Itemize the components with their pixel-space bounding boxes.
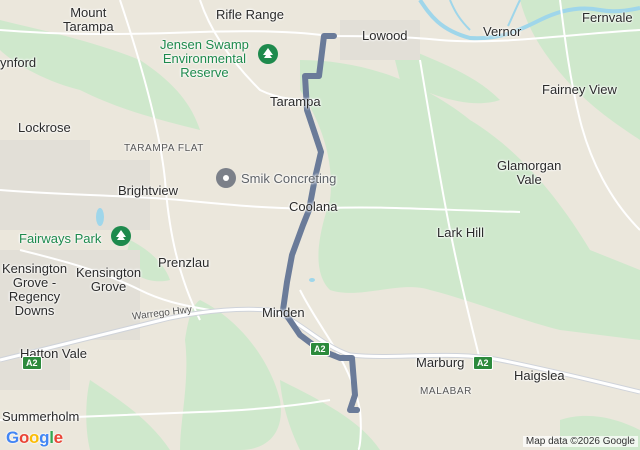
place-label-tarampa: Tarampa <box>270 94 321 109</box>
park-pin-icon[interactable] <box>258 44 278 64</box>
poi-label-smik-concreting: Smik Concreting <box>241 171 337 186</box>
place-label-rifle-range: Rifle Range <box>216 7 284 22</box>
place-label-brightview: Brightview <box>118 183 178 198</box>
place-label-lowood: Lowood <box>362 28 408 43</box>
park-pin-icon[interactable] <box>111 226 131 246</box>
place-label-mount-tarampa: Mount Tarampa <box>63 5 114 34</box>
place-label-coolana: Coolana <box>289 199 338 214</box>
highway-shield-a2-west: A2 <box>22 356 42 370</box>
locality-label-malabar: MALABAR <box>420 386 472 397</box>
place-label-minden: Minden <box>262 305 305 320</box>
place-label-marburg: Marburg <box>416 355 465 370</box>
place-label-wynford: ynford <box>0 55 37 70</box>
tree-icon <box>263 48 273 58</box>
place-label-lark-hill: Lark Hill <box>437 225 484 240</box>
place-label-glamorgan-vale: Glamorgan Vale <box>497 158 562 187</box>
highway-shield-a2-minden: A2 <box>310 342 330 356</box>
route-end-marker <box>354 407 360 413</box>
place-label-vernor: Vernor <box>483 24 522 39</box>
map-attribution[interactable]: Map data ©2026 Google <box>522 436 638 447</box>
place-label-haigslea: Haigslea <box>514 368 565 383</box>
place-label-fernvale: Fernvale <box>582 10 633 25</box>
tree-icon <box>116 230 126 240</box>
park-label-fairways-park: Fairways Park <box>19 231 102 246</box>
place-label-lockrose: Lockrose <box>18 120 71 135</box>
park-label-jensen-swamp: Jensen Swamp Environmental Reserve <box>160 37 249 80</box>
locality-label-tarampa-flat: TARAMPA FLAT <box>124 143 204 154</box>
google-logo[interactable]: Google <box>6 428 63 448</box>
place-label-fairney-view: Fairney View <box>542 82 617 97</box>
place-label-prenzlau: Prenzlau <box>158 255 210 270</box>
place-label-summerholm: Summerholm <box>2 409 80 424</box>
place-label-kensington-grove-regency-downs: Kensington Grove - Regency Downs <box>2 261 68 318</box>
poi-pin-icon[interactable] <box>216 168 236 188</box>
highway-shield-a2-marburg: A2 <box>473 356 493 370</box>
place-dot-icon <box>223 175 229 181</box>
place-label-kensington-grove: Kensington Grove <box>76 265 142 294</box>
